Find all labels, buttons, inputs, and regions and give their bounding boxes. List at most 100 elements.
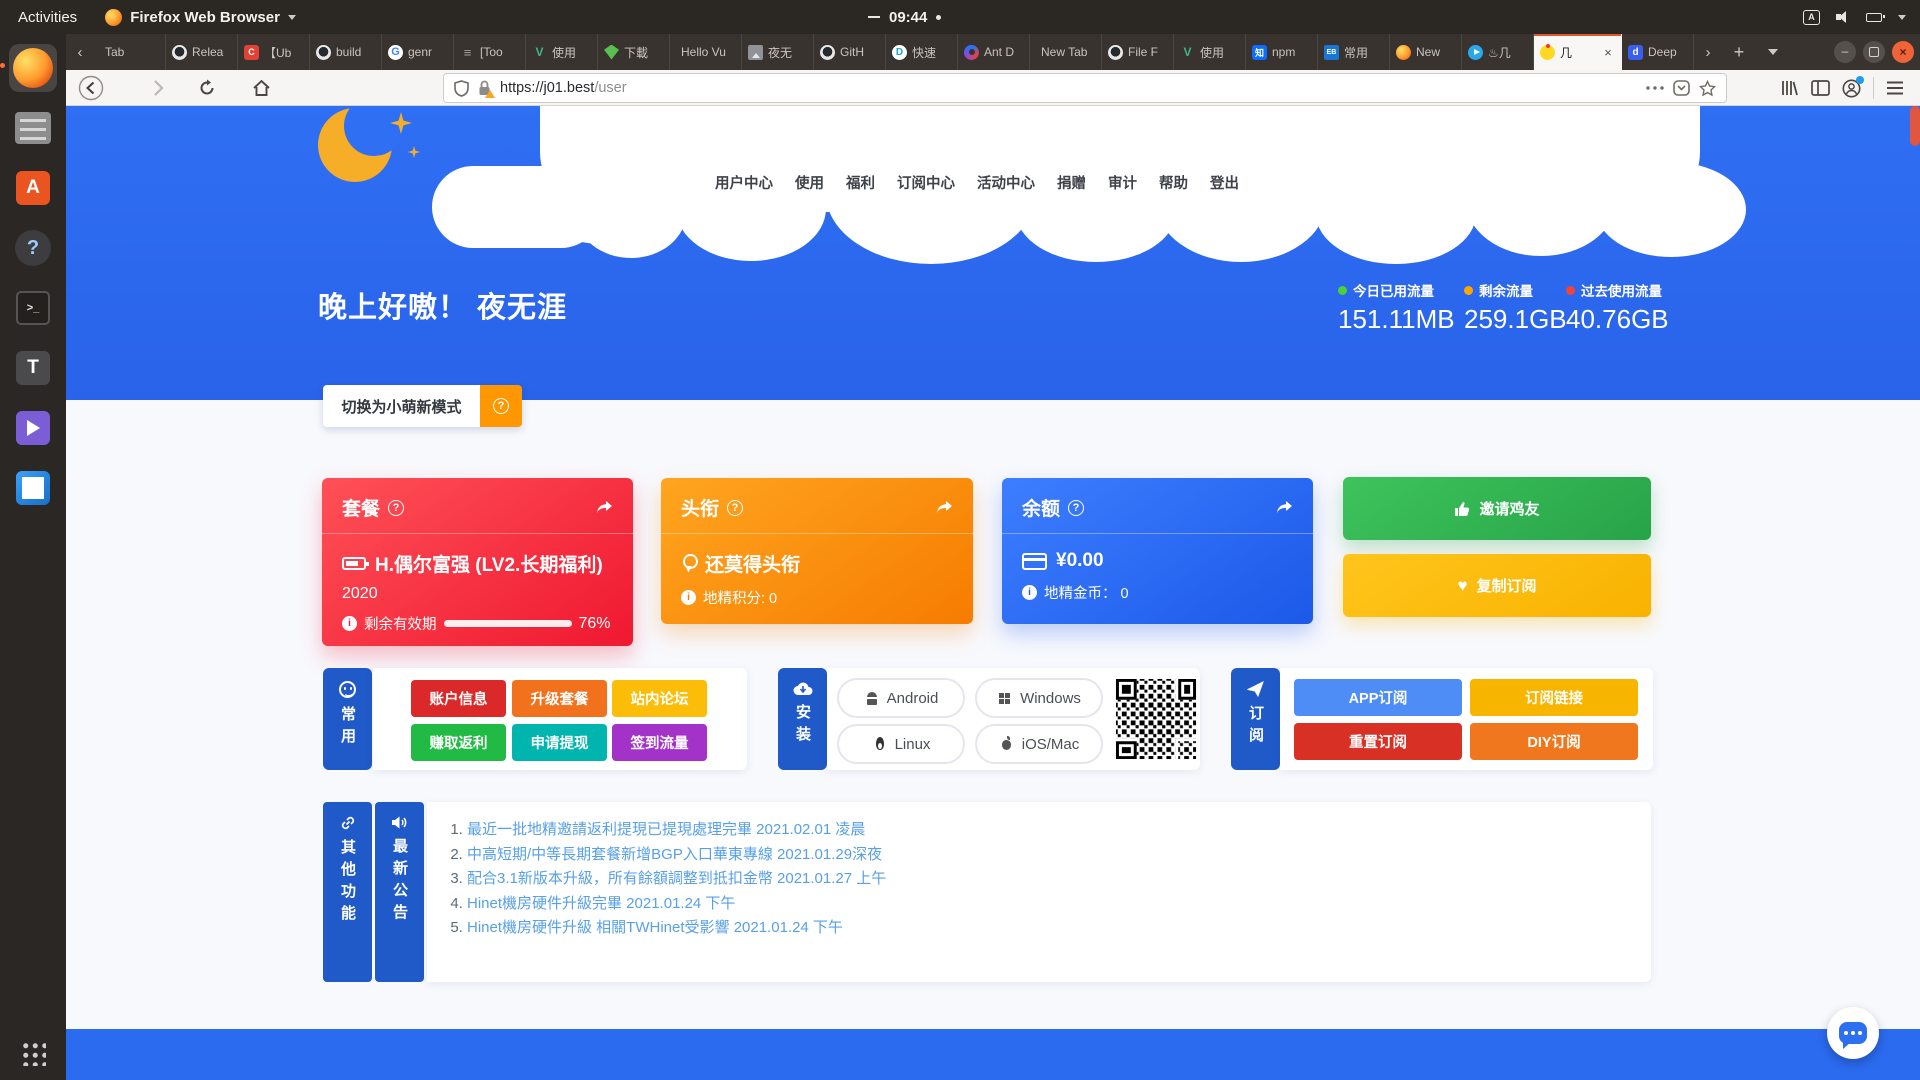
announcement-link[interactable]: 最近一批地精邀請返利提現已提現處理完畢 2021.02.01 凌晨 [467, 818, 1651, 843]
question-icon[interactable]: ? [388, 500, 404, 516]
invite-button[interactable]: 邀请鸡友 [1343, 477, 1651, 540]
sidebar-icon[interactable] [1811, 80, 1830, 96]
question-icon[interactable]: ? [1068, 500, 1084, 516]
tab-close-icon[interactable] [1601, 45, 1615, 59]
platform-button[interactable]: Linux [837, 724, 965, 764]
browser-tab[interactable]: genr [382, 34, 454, 70]
pocket-icon[interactable] [1673, 80, 1690, 96]
browser-tab[interactable]: ♨几 [1462, 34, 1534, 70]
site-nav-item[interactable]: 使用 [795, 172, 824, 193]
battery-icon[interactable] [1866, 13, 1882, 22]
copy-subscription-button[interactable]: 复制订阅 [1343, 554, 1651, 617]
dock-terminal[interactable]: >_ [9, 284, 57, 332]
browser-tab[interactable]: Tab [94, 34, 166, 70]
site-nav-item[interactable]: 登出 [1210, 172, 1239, 193]
other-functions-tab[interactable]: 其他功能 [323, 802, 372, 982]
url-text[interactable]: https://j01.best/user [500, 80, 1637, 96]
dock-help[interactable]: ? [9, 224, 57, 272]
qr-code[interactable] [1113, 676, 1199, 762]
browser-tab[interactable]: npm [1246, 34, 1318, 70]
menu-hamburger-icon[interactable] [1886, 81, 1904, 95]
app-menu[interactable]: Firefox Web Browser [95, 9, 306, 26]
browser-tab[interactable]: 下載 [598, 34, 670, 70]
share-icon[interactable] [936, 500, 953, 515]
volume-icon[interactable] [1836, 11, 1850, 23]
platform-button[interactable]: iOS/Mac [975, 724, 1103, 764]
news-tab[interactable]: 最新公告 [375, 802, 424, 982]
dock-ubuntu-software[interactable]: A [9, 164, 57, 212]
shield-icon[interactable] [454, 80, 469, 97]
browser-tab[interactable]: 快速 [886, 34, 958, 70]
browser-tab[interactable]: Deep [1622, 34, 1694, 70]
system-tray[interactable]: A [1803, 0, 1906, 34]
clock-widget[interactable]: 09:44 [868, 0, 941, 34]
browser-tab[interactable]: New [1390, 34, 1462, 70]
lock-warning-icon[interactable] [478, 80, 491, 96]
mode-switch-help[interactable]: ? [480, 385, 522, 427]
page-scrollbar-thumb[interactable] [1910, 106, 1920, 146]
subscribe-tab[interactable]: 订阅 [1231, 668, 1280, 770]
dock-text-editor[interactable]: T [9, 344, 57, 392]
show-applications-icon[interactable] [20, 1040, 46, 1066]
new-tab-button[interactable] [1722, 34, 1756, 70]
dock-vscode[interactable] [9, 464, 57, 512]
share-icon[interactable] [1276, 500, 1293, 515]
common-action-button[interactable]: 站内论坛 [612, 680, 707, 717]
platform-button[interactable]: Android [837, 678, 965, 718]
site-nav-item[interactable]: 活动中心 [977, 172, 1035, 193]
subscribe-action-button[interactable]: 重置订阅 [1294, 723, 1462, 760]
dock-firefox[interactable] [9, 44, 57, 92]
browser-tab[interactable]: New Tab [1030, 34, 1102, 70]
browser-tab[interactable]: [Too [454, 34, 526, 70]
site-nav-item[interactable]: 订阅中心 [897, 172, 955, 193]
browser-tab[interactable]: GitH [814, 34, 886, 70]
platform-button[interactable]: Windows [975, 678, 1103, 718]
site-nav-item[interactable]: 捐赠 [1057, 172, 1086, 193]
browser-tab[interactable]: 常用 [1318, 34, 1390, 70]
dock-purple-app[interactable] [9, 404, 57, 452]
common-action-button[interactable]: 升级套餐 [512, 680, 607, 717]
browser-tab[interactable]: 夜无 [742, 34, 814, 70]
announcement-link[interactable]: Hinet機房硬件升級完畢 2021.01.24 下午 [467, 892, 1651, 917]
announcement-link[interactable]: 中高短期/中等長期套餐新增BGP入口華東專線 2021.01.29深夜 [467, 843, 1651, 868]
subscribe-action-button[interactable]: APP订阅 [1294, 679, 1462, 716]
site-nav-item[interactable]: 福利 [846, 172, 875, 193]
dock-files[interactable] [9, 104, 57, 152]
browser-tab[interactable]: 使用 [1174, 34, 1246, 70]
browser-tab[interactable]: Ant D [958, 34, 1030, 70]
subscribe-action-button[interactable]: 订阅链接 [1470, 679, 1638, 716]
reload-button[interactable] [192, 73, 222, 103]
mode-switch-button[interactable]: 切换为小萌新模式 ? [323, 385, 522, 427]
site-nav-item[interactable]: 用户中心 [715, 172, 773, 193]
question-icon[interactable]: ? [727, 500, 743, 516]
chevron-down-icon[interactable] [1898, 15, 1906, 20]
url-bar[interactable]: https://j01.best/user [443, 73, 1727, 103]
common-tab[interactable]: 常用 [323, 668, 372, 770]
scroll-tabs-right-icon[interactable] [1694, 34, 1722, 70]
home-button[interactable] [246, 73, 276, 103]
share-icon[interactable] [596, 500, 613, 515]
site-nav-item[interactable]: 帮助 [1159, 172, 1188, 193]
back-button[interactable] [76, 73, 106, 103]
activities-button[interactable]: Activities [0, 9, 95, 26]
browser-tab[interactable]: File F [1102, 34, 1174, 70]
browser-tab[interactable]: Relea [166, 34, 238, 70]
forward-button[interactable] [144, 73, 174, 103]
common-action-button[interactable]: 账户信息 [411, 680, 506, 717]
scroll-tabs-left-icon[interactable] [66, 34, 94, 70]
browser-tab[interactable]: build [310, 34, 382, 70]
browser-tab[interactable]: Hello Vu [670, 34, 742, 70]
page-actions-icon[interactable] [1646, 86, 1664, 90]
site-nav-item[interactable]: 审计 [1108, 172, 1137, 193]
subscribe-action-button[interactable]: DIY订阅 [1470, 723, 1638, 760]
browser-tab[interactable]: 使用 [526, 34, 598, 70]
chat-widget-button[interactable] [1827, 1007, 1879, 1059]
common-action-button[interactable]: 签到流量 [612, 724, 707, 761]
announcement-link[interactable]: Hinet機房硬件升級 相關TWHinet受影響 2021.01.24 下午 [467, 916, 1651, 941]
install-tab[interactable]: 安装 [778, 668, 827, 770]
common-action-button[interactable]: 赚取返利 [411, 724, 506, 761]
browser-tab[interactable]: 【Ub [238, 34, 310, 70]
tab-overflow-icon[interactable] [1756, 34, 1790, 70]
close-button[interactable] [1892, 41, 1914, 63]
bookmark-star-icon[interactable] [1699, 80, 1716, 97]
